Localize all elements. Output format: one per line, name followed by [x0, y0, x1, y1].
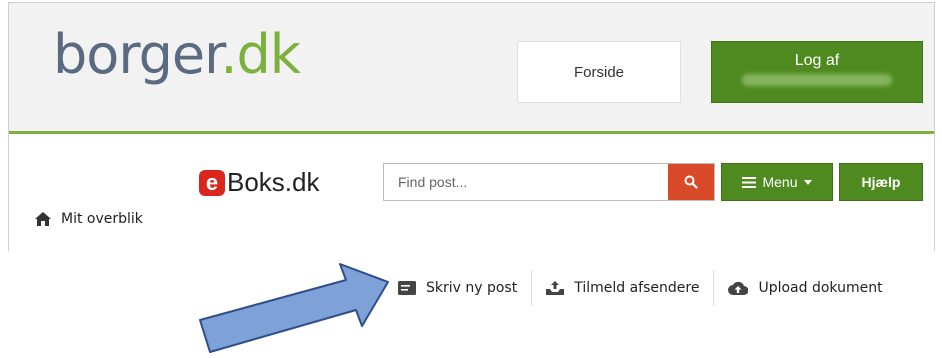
search-input[interactable] [384, 164, 668, 200]
forside-button[interactable]: Forside [517, 41, 681, 103]
logo-text-borger: borger [53, 23, 221, 86]
eboks-logo-text: Boks.dk [227, 167, 320, 197]
cloud-upload-icon [728, 281, 749, 295]
actions-panel-body: Skriv ny post Tilmeld afsendere Upload d… [360, 250, 942, 346]
hamburger-icon [742, 176, 757, 188]
borger-window: borger.dk Forside Log af e Boks.dk Menu … [8, 2, 935, 257]
write-new-post-label: Skriv ny post [426, 280, 518, 296]
home-icon [35, 212, 51, 226]
blurred-username [742, 74, 892, 86]
site-header: borger.dk Forside Log af [9, 3, 934, 134]
borger-page: borger.dk Forside Log af e Boks.dk Menu … [8, 2, 935, 257]
log-off-label: Log af [794, 52, 840, 69]
overview-link[interactable]: Mit overblik [35, 211, 143, 227]
menu-label: Menu [762, 174, 798, 190]
menu-button[interactable]: Menu [721, 163, 833, 201]
upload-document-button[interactable]: Upload dokument [713, 270, 896, 306]
search-box [383, 163, 715, 201]
log-off-button[interactable]: Log af [711, 41, 923, 103]
logo-text-dk: .dk [220, 23, 301, 86]
write-new-post-button[interactable]: Skriv ny post [398, 270, 531, 306]
upload-document-label: Upload dokument [758, 280, 883, 296]
action-bar: Skriv ny post Tilmeld afsendere Upload d… [398, 270, 897, 306]
search-icon [684, 175, 698, 189]
search-button[interactable] [668, 164, 714, 200]
caret-down-icon [803, 179, 812, 185]
subscribe-senders-button[interactable]: Tilmeld afsendere [531, 270, 713, 306]
borger-logo[interactable]: borger.dk [53, 23, 301, 86]
subscribe-senders-label: Tilmeld afsendere [574, 280, 700, 296]
pointer-arrow-icon [199, 263, 389, 353]
help-button[interactable]: Hjælp [839, 163, 923, 201]
eboks-logo-mark: e [199, 169, 225, 196]
inbox-upload-icon [546, 281, 565, 295]
overview-label: Mit overblik [61, 211, 143, 227]
actions-panel: Skriv ny post Tilmeld afsendere Upload d… [360, 250, 942, 346]
eboks-logo[interactable]: e Boks.dk [199, 167, 320, 198]
